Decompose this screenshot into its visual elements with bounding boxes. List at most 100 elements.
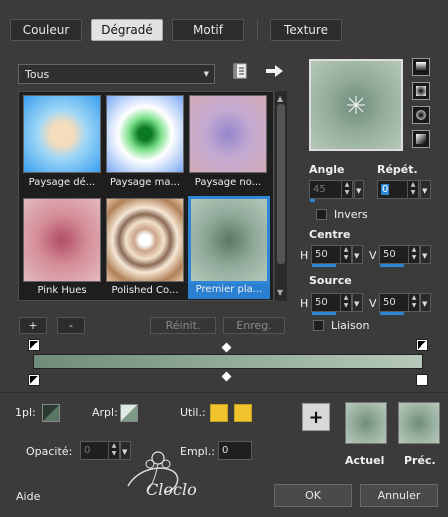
add-gradient-button[interactable]: +: [19, 317, 47, 334]
opacity-stop-left[interactable]: [28, 374, 40, 386]
thumb-polished-co[interactable]: [106, 198, 184, 282]
source-v-label: V: [369, 297, 377, 310]
angle-input[interactable]: 45 ▲ ▼: [309, 180, 353, 199]
tab-degrade[interactable]: Dégradé: [91, 19, 163, 41]
previous-label: Préc.: [404, 454, 436, 467]
spin-arrows-icon[interactable]: ▲ ▼: [408, 246, 419, 263]
source-v-slider[interactable]: [380, 312, 404, 315]
centre-v-input[interactable]: 50 ▲ ▼: [379, 245, 420, 264]
thumb-label: Pink Hues: [37, 285, 87, 296]
link-checkbox[interactable]: [313, 320, 324, 331]
arrow-right-icon[interactable]: [266, 64, 284, 78]
centre-h-input[interactable]: 50 ▲ ▼: [311, 245, 352, 264]
tab-divider: [257, 19, 258, 41]
thumb-label: Paysage ma...: [109, 177, 181, 188]
tab-couleur[interactable]: Couleur: [10, 19, 82, 41]
source-h-dropdown[interactable]: ▼: [352, 293, 363, 312]
first-plane-swatch[interactable]: [42, 404, 60, 422]
background-plane-swatch[interactable]: [120, 404, 138, 422]
source-label: Source: [309, 274, 352, 287]
thumb-paysage-de[interactable]: [23, 95, 101, 173]
centre-v-value: 50: [383, 249, 396, 260]
color-stop-top-right[interactable]: [416, 339, 428, 351]
add-to-swatches-button[interactable]: +: [302, 403, 330, 431]
angle-dropdown[interactable]: ▼: [354, 180, 364, 199]
midpoint-bottom-handle[interactable]: [221, 371, 232, 382]
util-swatch-1[interactable]: [210, 404, 228, 422]
opacity-value: 0: [84, 445, 91, 456]
repeat-dropdown[interactable]: ▼: [420, 180, 431, 199]
style-linear-button[interactable]: [412, 58, 430, 76]
source-v-value: 50: [383, 297, 396, 308]
category-dropdown-value: Tous: [25, 67, 50, 81]
chevron-down-icon: ▼: [354, 300, 360, 308]
library-icon[interactable]: [232, 63, 248, 79]
previous-swatch[interactable]: [398, 402, 440, 444]
opacity-input[interactable]: 0 ▲ ▼: [80, 441, 120, 460]
thumb-label-selected: Premier pla...: [188, 284, 270, 299]
centre-h-dropdown[interactable]: ▼: [352, 245, 363, 264]
chevron-down-icon: ▼: [356, 187, 362, 195]
centre-v-dropdown[interactable]: ▼: [420, 245, 431, 264]
reset-button[interactable]: Réinit.: [150, 317, 216, 334]
center-target-icon[interactable]: [346, 95, 366, 115]
remove-gradient-button[interactable]: -: [57, 317, 85, 334]
divider: [0, 392, 448, 393]
centre-v-slider[interactable]: [380, 264, 404, 267]
spin-arrows-icon[interactable]: ▲ ▼: [408, 294, 419, 311]
thumb-pink-hues[interactable]: [23, 198, 101, 282]
chevron-down-icon: ▼: [422, 252, 428, 260]
ok-button[interactable]: OK: [274, 484, 352, 507]
chevron-down-icon: ▼: [422, 300, 428, 308]
chevron-down-icon: ▼: [422, 187, 428, 195]
repeat-input[interactable]: 0 ▲ ▼: [377, 180, 419, 199]
centre-h-slider[interactable]: [312, 264, 336, 267]
save-button[interactable]: Enreg.: [223, 317, 285, 334]
chevron-down-icon: ▼: [203, 70, 209, 78]
invert-label: Invers: [334, 208, 368, 221]
thumb-label: Paysage dé...: [28, 177, 96, 188]
cancel-button[interactable]: Annuler: [360, 484, 438, 507]
source-h-slider[interactable]: [312, 312, 336, 315]
thumb-label: Polished Co...: [111, 285, 179, 296]
tab-motif[interactable]: Motif: [172, 19, 244, 41]
scroll-up-icon[interactable]: ▲: [277, 94, 283, 103]
gradient-bar[interactable]: [33, 354, 423, 369]
position-input[interactable]: 0: [218, 441, 252, 460]
scrollbar-thumb[interactable]: [277, 104, 285, 264]
spin-arrows-icon[interactable]: ▲ ▼: [340, 294, 351, 311]
source-h-input[interactable]: 50 ▲ ▼: [311, 293, 352, 312]
invert-checkbox[interactable]: [316, 209, 327, 220]
current-swatch[interactable]: [345, 402, 387, 444]
link-label: Liaison: [331, 319, 370, 332]
tab-texture[interactable]: Texture: [270, 19, 342, 41]
source-v-dropdown[interactable]: ▼: [420, 293, 431, 312]
repeat-value: 0: [381, 184, 390, 195]
style-radial-button[interactable]: [412, 130, 430, 148]
opacity-stop-right[interactable]: [416, 374, 428, 386]
centre-h-label: H: [300, 249, 309, 262]
angle-slider[interactable]: [310, 199, 315, 202]
spin-arrows-icon[interactable]: ▲ ▼: [341, 181, 352, 198]
chevron-down-icon: ▼: [354, 252, 360, 260]
spin-arrows-icon[interactable]: ▲ ▼: [407, 181, 418, 198]
category-dropdown[interactable]: Tous ▼: [18, 64, 215, 84]
spin-arrows-icon[interactable]: ▲ ▼: [340, 246, 351, 263]
help-link[interactable]: Aide: [16, 490, 40, 503]
angle-label: Angle: [309, 163, 345, 176]
position-value: 0: [222, 445, 229, 456]
thumb-premier-pla[interactable]: [188, 196, 270, 284]
style-sunburst-button[interactable]: [412, 106, 430, 124]
current-label: Actuel: [345, 454, 385, 467]
source-v-input[interactable]: 50 ▲ ▼: [379, 293, 420, 312]
source-h-value: 50: [315, 297, 328, 308]
util-swatch-2[interactable]: [234, 404, 252, 422]
watermark-text: Cloclo: [146, 480, 197, 499]
style-rectangular-button[interactable]: [412, 82, 430, 100]
thumb-paysage-ma[interactable]: [106, 95, 184, 173]
midpoint-top-handle[interactable]: [221, 342, 232, 353]
util-label: Util.:: [180, 406, 206, 419]
thumb-paysage-no[interactable]: [189, 95, 267, 173]
scroll-down-icon[interactable]: ▼: [277, 288, 283, 297]
color-stop-top-left[interactable]: [28, 339, 40, 351]
